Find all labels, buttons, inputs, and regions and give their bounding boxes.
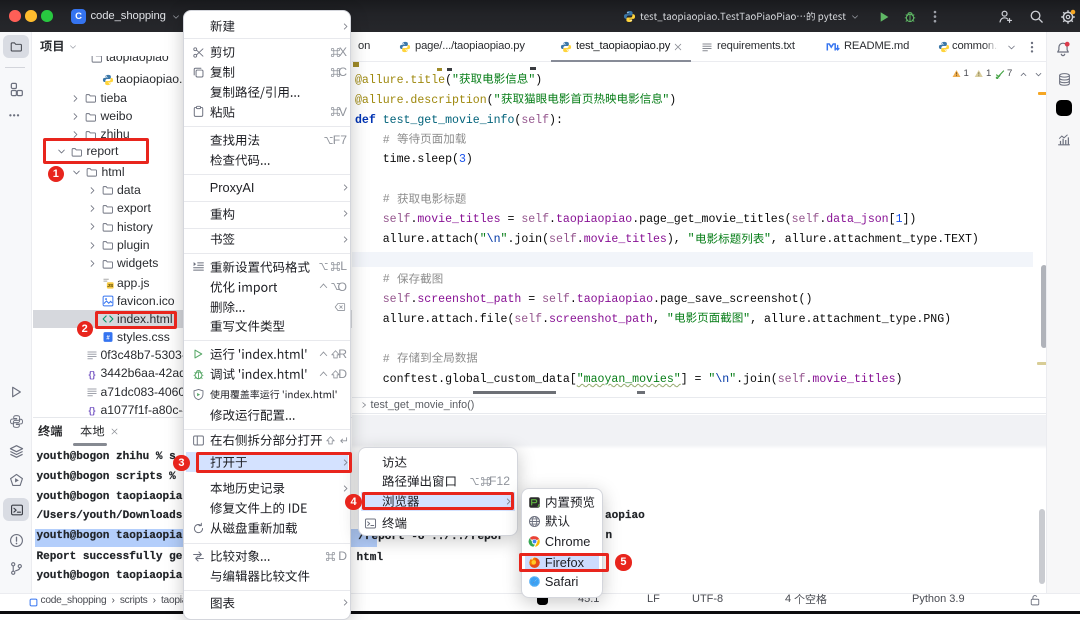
svg-text:JS: JS [107,283,114,289]
svg-text:{}: {} [88,369,96,379]
svg-text:{}: {} [88,405,96,415]
